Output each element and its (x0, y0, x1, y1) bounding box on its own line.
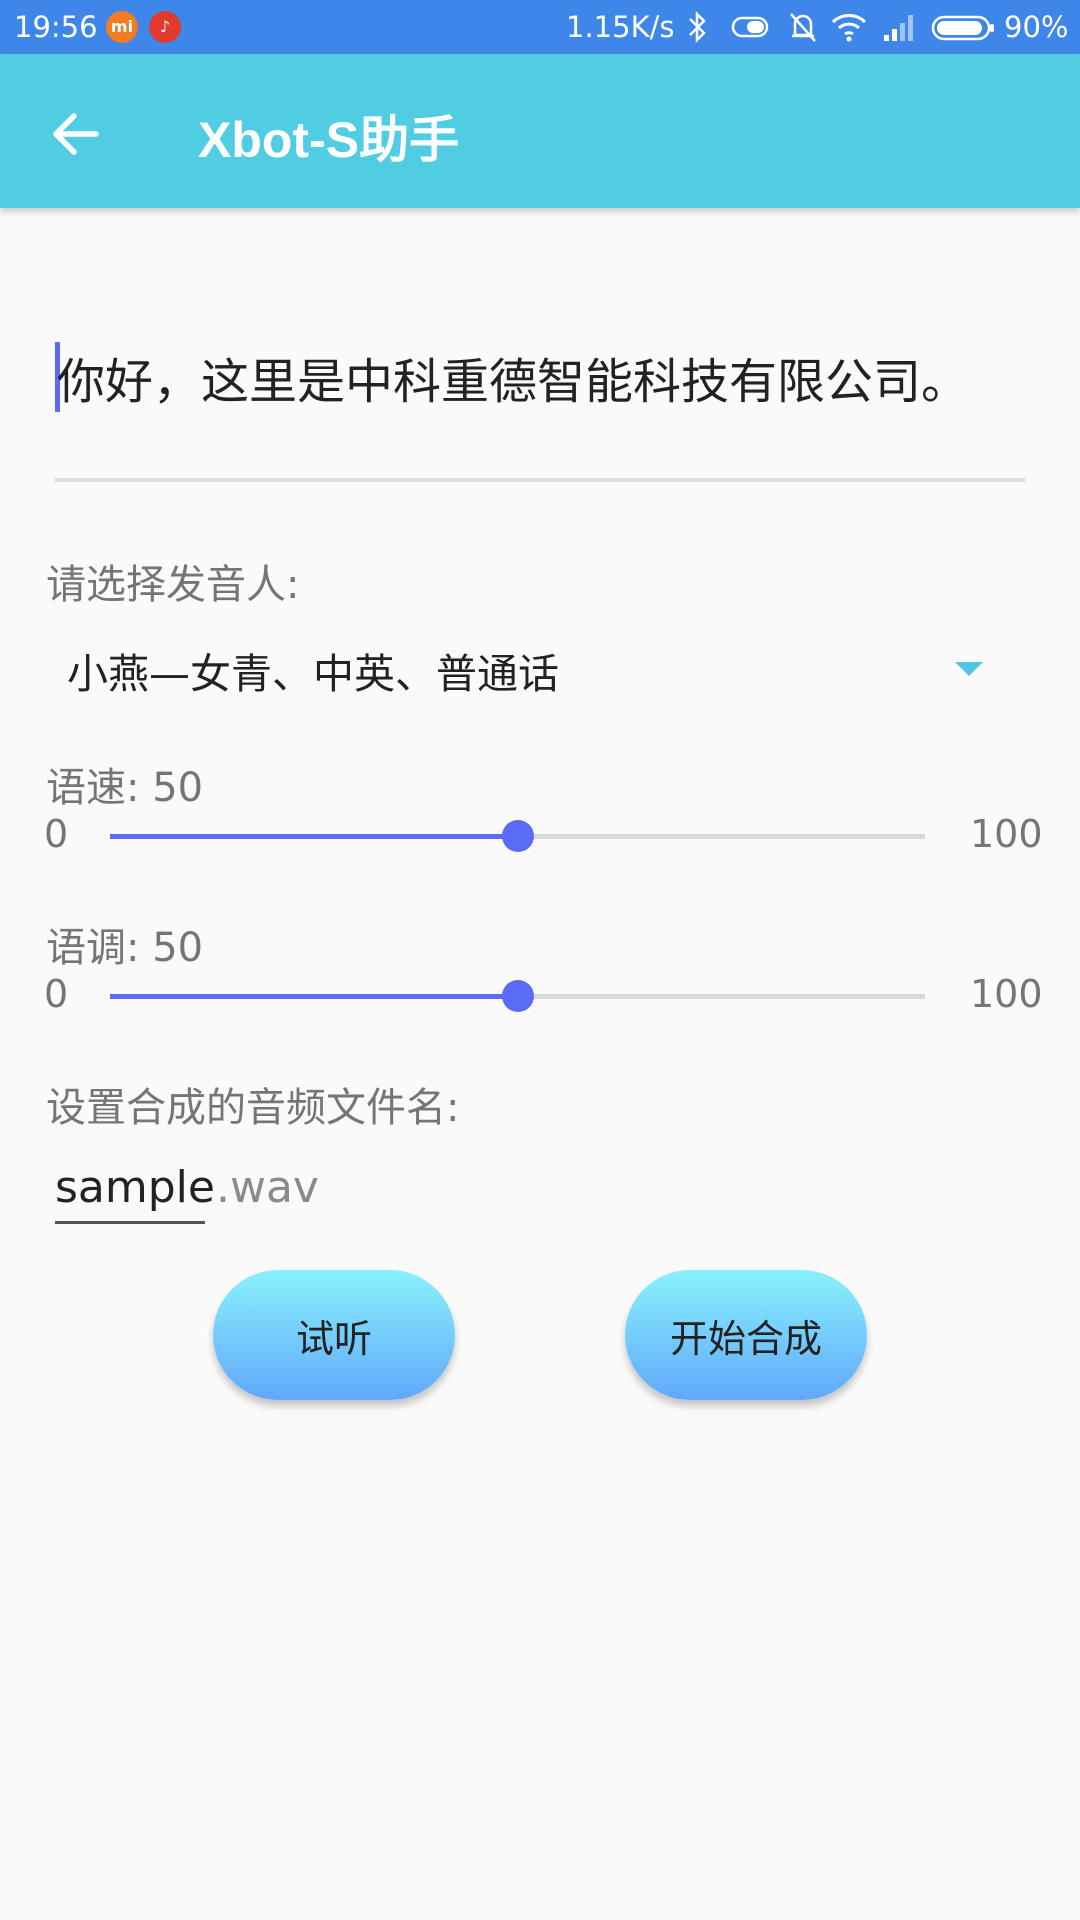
arrow-left-icon (53, 113, 99, 155)
wifi-icon (831, 14, 867, 42)
pitch-min-label: 0 (44, 972, 69, 1016)
speaker-label: 请选择发音人: (46, 562, 300, 608)
pitch-label: 语调: 50 (46, 925, 204, 971)
speed-min-label: 0 (44, 812, 69, 856)
mi-app-icon: mi (106, 11, 138, 43)
bluetooth-icon (689, 10, 706, 44)
vibrate-icon (731, 16, 769, 38)
speed-slider[interactable] (110, 820, 925, 852)
mute-bell-icon (790, 13, 816, 42)
pitch-slider-fill (110, 994, 518, 999)
netease-music-icon: ♪ (149, 11, 181, 43)
status-bar: 19:56 mi ♪ 1.15K/s 90% (0, 0, 1080, 54)
app-bar: Xbot-S助手 (0, 54, 1080, 208)
speed-slider-thumb[interactable] (501, 820, 534, 852)
speed-slider-row: 0 100 (0, 812, 1080, 872)
synthesis-text-input[interactable]: 你好，这里是中科重德智能科技有限公司。 (55, 330, 1025, 482)
filename-extension: .wav (216, 1162, 319, 1213)
back-button[interactable] (38, 94, 118, 174)
network-speed: 1.15K/s (566, 10, 675, 44)
pitch-slider-row: 0 100 (0, 972, 1080, 1032)
pitch-slider-thumb[interactable] (501, 980, 534, 1012)
speed-max-label: 100 (970, 812, 1043, 856)
pitch-max-label: 100 (970, 972, 1043, 1016)
synthesis-text-value: 你好，这里是中科重德智能科技有限公司。 (57, 354, 970, 410)
signal-icon (884, 15, 913, 41)
status-time: 19:56 (14, 10, 98, 44)
start-synthesis-button[interactable]: 开始合成 (625, 1270, 867, 1400)
filename-input[interactable]: sample (55, 1162, 215, 1224)
battery-percent: 90% (1004, 10, 1069, 44)
battery-icon (931, 15, 994, 41)
speaker-selected-value: 小燕—女青、中英、普通话 (67, 650, 559, 698)
speaker-dropdown[interactable]: 小燕—女青、中英、普通话 (55, 640, 995, 700)
preview-button[interactable]: 试听 (213, 1270, 455, 1400)
app-title: Xbot-S助手 (198, 112, 460, 168)
filename-label: 设置合成的音频文件名: (46, 1085, 460, 1131)
pitch-slider[interactable] (110, 980, 925, 1012)
speed-label: 语速: 50 (46, 765, 204, 811)
speed-slider-fill (110, 834, 518, 839)
dropdown-arrow-icon (955, 662, 983, 676)
